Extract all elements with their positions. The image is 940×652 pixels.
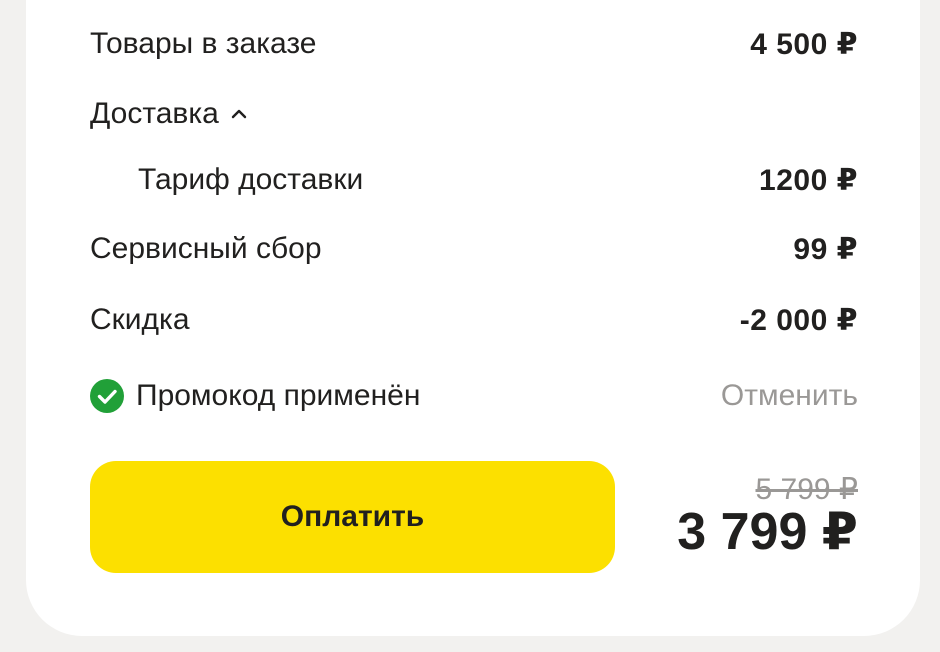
- promo-row: Промокод применён Отменить: [90, 376, 858, 416]
- discount-label: Скидка: [90, 303, 190, 336]
- delivery-toggle[interactable]: Доставка: [90, 97, 249, 131]
- service-fee-value: 99 ₽: [793, 232, 858, 266]
- discount-row: Скидка -2 000 ₽: [90, 300, 858, 340]
- discount-value: -2 000 ₽: [739, 303, 858, 337]
- promo-status: Промокод применён: [90, 379, 420, 413]
- delivery-row[interactable]: Доставка: [90, 94, 858, 134]
- items-label: Товары в заказе: [90, 27, 317, 60]
- delivery-tariff-label: Тариф доставки: [138, 163, 364, 196]
- pay-button[interactable]: Оплатить: [90, 461, 615, 573]
- items-value: 4 500 ₽: [750, 27, 858, 61]
- delivery-tariff-row: Тариф доставки 1200 ₽: [90, 160, 858, 200]
- chevron-up-icon: [231, 109, 247, 119]
- items-row: Товары в заказе 4 500 ₽: [90, 24, 858, 64]
- total-price: 3 799 ₽: [677, 503, 858, 561]
- service-fee-label: Сервисный сбор: [90, 232, 322, 265]
- cancel-promo-link[interactable]: Отменить: [721, 379, 858, 413]
- service-fee-row: Сервисный сбор 99 ₽: [90, 229, 858, 269]
- delivery-tariff-value: 1200 ₽: [759, 163, 858, 197]
- delivery-label: Доставка: [90, 97, 219, 130]
- promo-label: Промокод применён: [136, 379, 421, 412]
- check-circle-icon: [90, 379, 124, 413]
